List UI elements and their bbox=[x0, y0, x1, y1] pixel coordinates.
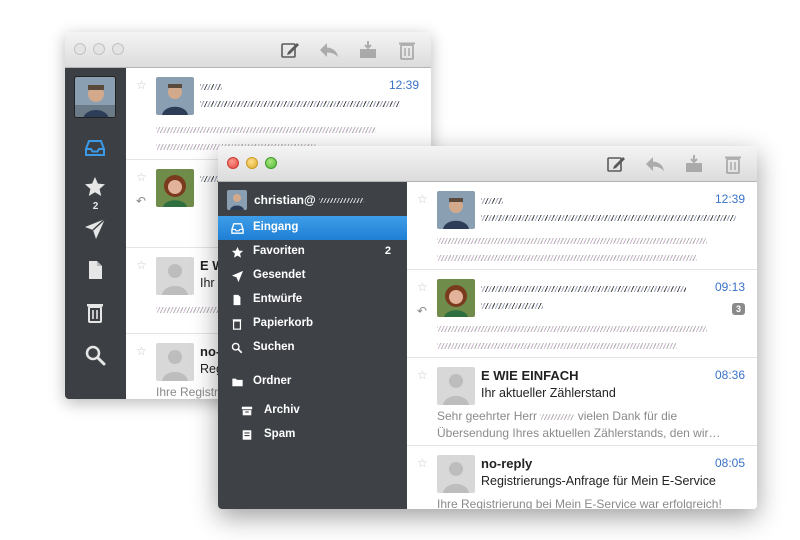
star-toggle-icon[interactable]: ☆ bbox=[417, 456, 428, 470]
inbox-icon bbox=[230, 221, 244, 235]
trash-icon[interactable] bbox=[721, 153, 745, 175]
back-titlebar bbox=[65, 32, 431, 68]
sidebar-item-entwuerfe[interactable]: Entwürfe bbox=[218, 288, 407, 312]
star-toggle-icon[interactable]: ☆ bbox=[417, 368, 428, 382]
message-sender bbox=[200, 170, 220, 185]
thread-count-badge: 3 bbox=[731, 303, 745, 315]
message-time: 12:39 bbox=[714, 192, 745, 206]
message-time: 09:13 bbox=[714, 280, 745, 294]
message-row[interactable]: ☆ E WIE EINFACH Ihr aktueller Zählerstan… bbox=[407, 358, 757, 446]
paper-plane-icon[interactable] bbox=[83, 217, 107, 241]
back-reply-icon[interactable] bbox=[317, 39, 341, 61]
account-header[interactable]: christian@ bbox=[218, 182, 407, 216]
message-row[interactable]: ☆ 12:39 bbox=[407, 182, 757, 270]
message-row[interactable]: ☆ ↶ 09:13 3 bbox=[407, 270, 757, 358]
trash-icon[interactable] bbox=[83, 301, 107, 325]
message-time: 12:39 bbox=[388, 78, 419, 92]
document-icon[interactable] bbox=[83, 258, 107, 282]
inbox-icon[interactable] bbox=[83, 136, 107, 160]
sidebar: christian@ Eingang Favoriten 2 Gesendet … bbox=[218, 182, 407, 509]
sidebar-item-archiv[interactable]: Archiv bbox=[218, 399, 407, 423]
message-subject bbox=[200, 96, 400, 110]
paper-plane-icon bbox=[230, 269, 244, 283]
close-button[interactable] bbox=[227, 157, 239, 169]
back-compose-icon[interactable] bbox=[278, 39, 302, 61]
message-time: 08:05 bbox=[714, 456, 745, 470]
star-toggle-icon[interactable]: ☆ bbox=[417, 280, 428, 294]
icon-rail: 2 bbox=[65, 68, 126, 399]
message-preview bbox=[437, 232, 741, 266]
sidebar-item-suchen[interactable]: Suchen bbox=[218, 336, 407, 360]
sender-placeholder-avatar bbox=[437, 367, 475, 405]
sender-placeholder-avatar bbox=[156, 257, 194, 295]
sender-avatar bbox=[156, 77, 194, 115]
sidebar-item-gesendet[interactable]: Gesendet bbox=[218, 264, 407, 288]
search-icon bbox=[230, 341, 244, 355]
compose-icon[interactable] bbox=[604, 153, 628, 175]
back-trash-icon[interactable] bbox=[395, 39, 419, 61]
account-avatar[interactable] bbox=[74, 76, 116, 118]
message-sender: E WIE EINFACH bbox=[481, 368, 579, 383]
replied-icon: ↶ bbox=[136, 194, 147, 208]
message-subject: Ihr aktueller Zählerstand bbox=[481, 386, 616, 400]
sender-avatar bbox=[156, 169, 194, 207]
minimize-button[interactable] bbox=[246, 157, 258, 169]
sender-avatar bbox=[437, 191, 475, 229]
star-toggle-icon[interactable]: ☆ bbox=[136, 170, 147, 184]
sidebar-item-papierkorb[interactable]: Papierkorb bbox=[218, 312, 407, 336]
reply-icon[interactable] bbox=[643, 153, 667, 175]
star-toggle-icon[interactable]: ☆ bbox=[136, 258, 147, 272]
message-subject bbox=[481, 298, 543, 312]
message-preview: Ihre Registrierung bei Mein E-Service wa… bbox=[437, 497, 722, 509]
back-archive-icon[interactable] bbox=[356, 39, 380, 61]
star-toggle-icon[interactable]: ☆ bbox=[136, 344, 147, 358]
message-preview bbox=[437, 320, 741, 354]
star-toggle-icon[interactable]: ☆ bbox=[417, 192, 428, 206]
sidebar-item-spam[interactable]: Spam bbox=[218, 423, 407, 447]
document-icon bbox=[230, 293, 244, 307]
favorites-count-badge: 2 bbox=[384, 245, 391, 257]
star-icon bbox=[230, 245, 244, 259]
message-list: ☆ 12:39 ☆ ↶ 09:13 3 ☆ E WIE EINFACH Ihr … bbox=[407, 182, 757, 509]
zoom-button[interactable] bbox=[265, 157, 277, 169]
account-avatar bbox=[227, 190, 247, 210]
front-titlebar bbox=[218, 146, 757, 182]
sidebar-item-favoriten[interactable]: Favoriten 2 bbox=[218, 240, 407, 264]
back-zoom-button[interactable] bbox=[112, 43, 124, 55]
sender-placeholder-avatar bbox=[437, 455, 475, 493]
favorites-count-badge: 2 bbox=[92, 201, 99, 212]
replied-icon: ↶ bbox=[417, 304, 428, 318]
sender-placeholder-avatar bbox=[156, 343, 194, 381]
back-close-button[interactable] bbox=[74, 43, 86, 55]
message-time: 08:36 bbox=[714, 368, 745, 382]
trash-icon bbox=[230, 317, 244, 331]
message-sender: no-reply bbox=[481, 456, 533, 471]
folder-icon bbox=[230, 375, 244, 389]
sidebar-item-ordner[interactable]: Ordner bbox=[218, 370, 407, 394]
message-row[interactable]: ☆ no-reply Registrierungs-Anfrage für Me… bbox=[407, 446, 757, 509]
archive-icon bbox=[240, 404, 254, 418]
message-sender bbox=[481, 280, 686, 295]
search-icon[interactable] bbox=[83, 343, 107, 367]
sidebar-item-eingang[interactable]: Eingang bbox=[218, 216, 407, 240]
message-sender bbox=[481, 192, 503, 207]
message-sender bbox=[200, 78, 222, 93]
archive-icon[interactable] bbox=[682, 153, 706, 175]
message-subject bbox=[481, 210, 736, 224]
front-mail-window: christian@ Eingang Favoriten 2 Gesendet … bbox=[218, 146, 757, 509]
message-subject: Ihr bbox=[200, 276, 215, 290]
message-preview: Sehr geehrter Herr vielen Dank für die Üb… bbox=[437, 409, 721, 440]
sender-avatar bbox=[437, 279, 475, 317]
star-icon[interactable] bbox=[83, 175, 107, 199]
account-name: christian@ bbox=[254, 193, 365, 207]
back-minimize-button[interactable] bbox=[93, 43, 105, 55]
spam-icon bbox=[240, 428, 254, 442]
star-toggle-icon[interactable]: ☆ bbox=[136, 78, 147, 92]
message-subject: Registrierungs-Anfrage für Mein E-Servic… bbox=[481, 474, 716, 488]
